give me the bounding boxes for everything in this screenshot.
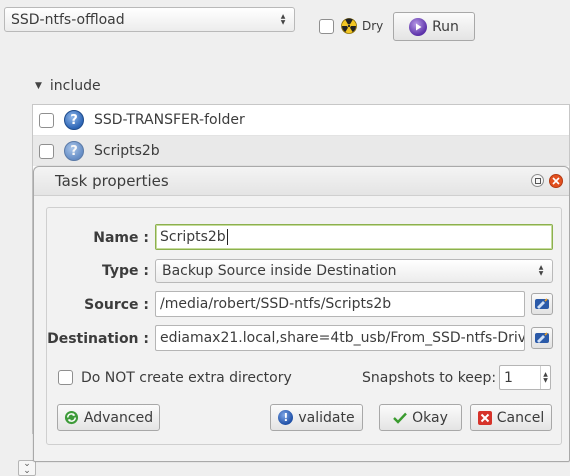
list-item[interactable]: ? SSD-TRANSFER-folder xyxy=(33,105,569,136)
double-chevron-down-icon: ⌄ ⌄ xyxy=(23,459,31,476)
list-item-label: Scripts2b xyxy=(94,143,160,159)
question-icon: ? xyxy=(64,141,84,161)
destination-input-value: ediamax21.local,share=4tb_usb/From_SSD-n… xyxy=(160,330,525,346)
type-select-value: Backup Source inside Destination xyxy=(162,263,397,279)
close-button[interactable] xyxy=(549,174,563,188)
snapshots-value: 1 xyxy=(504,369,513,386)
validate-label: validate xyxy=(298,409,355,426)
task-properties-dialog: Task properties Name : Scripts2b Type : … xyxy=(33,166,570,462)
name-label: Name : xyxy=(93,230,149,246)
advanced-button[interactable]: Advanced xyxy=(57,404,160,431)
list-item-checkbox[interactable] xyxy=(39,143,54,159)
destination-input[interactable]: ediamax21.local,share=4tb_usb/From_SSD-n… xyxy=(155,325,525,351)
type-label: Type : xyxy=(101,263,149,279)
browse-source-button[interactable] xyxy=(531,293,553,315)
no-extra-directory-label: Do NOT create extra directory xyxy=(81,370,292,386)
destination-label: Destination : xyxy=(47,331,149,347)
maximize-button[interactable] xyxy=(531,174,544,187)
dialog-body: Name : Scripts2b Type : Backup Source in… xyxy=(46,207,562,445)
browse-destination-button[interactable] xyxy=(531,327,553,349)
list-item-checkbox[interactable] xyxy=(39,112,54,128)
question-icon: ? xyxy=(64,110,84,130)
advanced-label: Advanced xyxy=(83,409,154,426)
dialog-title-bar[interactable]: Task properties xyxy=(34,167,569,196)
dialog-title: Task properties xyxy=(55,172,169,190)
source-input-value: /media/robert/SSD-ntfs/Scripts2b xyxy=(160,296,392,312)
profile-select[interactable]: SSD-ntfs-offload ▲ ▼ xyxy=(4,7,295,32)
run-button[interactable]: Run xyxy=(393,12,475,41)
cancel-button[interactable]: Cancel xyxy=(470,404,552,431)
snapshots-spinbox[interactable]: 1 ▲ ▼ xyxy=(499,365,551,390)
play-icon xyxy=(409,17,428,36)
radiation-icon xyxy=(341,18,357,34)
triangle-down-icon: ▼ xyxy=(35,81,42,91)
info-icon: ! xyxy=(278,410,294,425)
cancel-x-icon xyxy=(477,410,492,425)
name-input[interactable]: Scripts2b xyxy=(155,224,553,250)
checkmark-icon xyxy=(393,412,407,424)
dry-run-label: Dry xyxy=(362,19,384,33)
profile-select-value: SSD-ntfs-offload xyxy=(11,11,125,28)
type-select[interactable]: Backup Source inside Destination ▲ ▼ xyxy=(155,259,553,283)
expand-panel-button[interactable]: ⌄ ⌄ xyxy=(18,460,36,476)
close-icon xyxy=(552,177,560,185)
no-extra-directory-checkbox[interactable] xyxy=(58,370,73,385)
source-label: Source : xyxy=(84,297,149,313)
name-input-value: Scripts2b xyxy=(160,229,226,245)
okay-label: Okay xyxy=(412,409,448,426)
updown-arrows-icon: ▲ ▼ xyxy=(538,264,544,277)
validate-button[interactable]: ! validate xyxy=(270,404,363,431)
recycle-arrows-icon xyxy=(64,410,78,425)
maximize-icon xyxy=(534,177,541,184)
list-item[interactable]: ? Scripts2b xyxy=(33,136,569,166)
dry-run-checkbox[interactable] xyxy=(319,19,334,34)
updown-arrows-icon: ▲ ▼ xyxy=(280,12,286,26)
source-input[interactable]: /media/robert/SSD-ntfs/Scripts2b xyxy=(155,291,525,317)
list-item-label: SSD-TRANSFER-folder xyxy=(94,112,245,128)
folder-browse-icon xyxy=(535,332,549,343)
include-section-label: include xyxy=(49,78,101,94)
okay-button[interactable]: Okay xyxy=(379,404,462,431)
include-section-toggle[interactable]: ▼ include xyxy=(35,78,101,94)
snapshots-label: Snapshots to keep: xyxy=(362,370,497,386)
cancel-label: Cancel xyxy=(496,409,545,426)
folder-browse-icon xyxy=(535,298,549,309)
spin-arrows-icon[interactable]: ▲ ▼ xyxy=(540,366,550,389)
text-cursor xyxy=(226,229,228,245)
run-label: Run xyxy=(432,18,459,35)
